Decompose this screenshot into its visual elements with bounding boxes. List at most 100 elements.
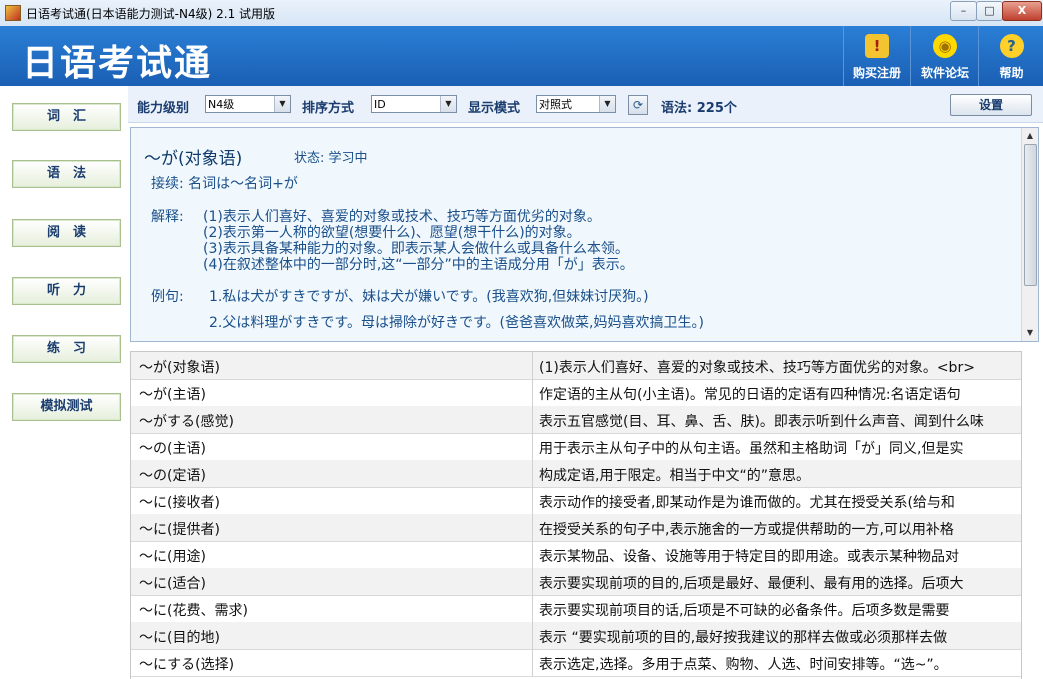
grammar-description-cell: 表示 “要实现前项的目的,最好按我建议的那样去做或必须那样去做 bbox=[539, 630, 948, 646]
table-row[interactable]: ～がする(感觉) 表示五官感觉(目、耳、鼻、舌、肤)。即表示听到什么声音、闻到什么… bbox=[131, 406, 1021, 434]
column-divider bbox=[532, 379, 533, 406]
grammar-name-cell: ～の(定语) bbox=[139, 468, 206, 484]
example-sentence: 2.父は料理がすきです。母は掃除が好きです。(爸爸喜欢做菜,妈妈喜欢搞卫生。) bbox=[209, 315, 704, 331]
settings-button[interactable]: 设置 bbox=[950, 94, 1032, 116]
grammar-name-cell: ～に(目的地) bbox=[139, 630, 220, 646]
close-button[interactable]: X bbox=[1002, 1, 1042, 21]
nav-practice-button[interactable]: 练 习 bbox=[12, 335, 121, 363]
level-select-value: N4级 bbox=[208, 98, 235, 111]
column-divider bbox=[532, 595, 533, 622]
grammar-name-cell: ～がする(感觉) bbox=[139, 414, 234, 430]
grammar-status: 状态: 学习中 bbox=[294, 151, 368, 166]
grammar-name-cell: ～の(主语) bbox=[139, 441, 206, 457]
grammar-detail-panel: ～が(对象语) 状态: 学习中 接续: 名词は～名词+が 解释: (1)表示人们… bbox=[130, 127, 1039, 342]
table-row[interactable]: ～が(对象语) (1)表示人们喜好、喜爱的对象或技术、技巧等方面优劣的对象。<br… bbox=[131, 352, 1021, 380]
window-title: 日语考试通(日本语能力测试-N4级) 2.1 试用版 bbox=[26, 7, 276, 21]
nav-vocabulary-button[interactable]: 词 汇 bbox=[12, 103, 121, 131]
grammar-title: ～が(对象语) bbox=[144, 149, 243, 169]
column-divider bbox=[532, 352, 533, 379]
grammar-connection: 接续: 名词は～名词+が bbox=[151, 176, 298, 192]
chevron-down-icon: ▼ bbox=[440, 96, 456, 112]
minimize-button[interactable]: – bbox=[950, 1, 977, 21]
nav-listening-button[interactable]: 听 力 bbox=[12, 277, 121, 305]
table-row[interactable]: ～にする(选择) 表示选定,选择。多用于点菜、购物、人选、时间安排等。“选~”。 bbox=[131, 649, 1021, 677]
maximize-button[interactable]: □ bbox=[976, 1, 1003, 21]
column-divider bbox=[532, 568, 533, 595]
grammar-name-cell: ～に(用途) bbox=[139, 549, 206, 565]
lightbulb-icon: ◉ bbox=[933, 34, 957, 58]
software-forum-label: 软件论坛 bbox=[920, 66, 969, 80]
grammar-list-table: ～が(对象语) (1)表示人们喜好、喜爱的对象或技术、技巧等方面优劣的对象。<br… bbox=[130, 351, 1022, 679]
column-divider bbox=[532, 487, 533, 514]
example-sentence: 1.私は犬がすきですが、妹は犬が嫌いです。(我喜欢狗,但妹妹讨厌狗。) bbox=[209, 289, 649, 305]
grammar-description-cell: 在授受关系的句子中,表示施舍的一方或提供帮助的一方,可以用补格 bbox=[539, 522, 954, 538]
grammar-name-cell: ～に(花费、需求) bbox=[139, 603, 248, 619]
table-row[interactable]: ～に(接收者) 表示动作的接受者,即某动作是为谁而做的。尤其在授受关系(给与和 bbox=[131, 487, 1021, 515]
help-icon: ? bbox=[999, 34, 1024, 58]
column-divider bbox=[532, 649, 533, 676]
sort-select[interactable]: ID ▼ bbox=[371, 95, 457, 113]
level-label: 能力级别 bbox=[137, 101, 190, 116]
grammar-description-cell: 表示五官感觉(目、耳、鼻、舌、肤)。即表示听到什么声音、闻到什么味 bbox=[539, 414, 984, 430]
grammar-name-cell: ～にする(选择) bbox=[139, 657, 235, 673]
app-header: 日语考试通 ! 购买注册 ◉ 软件论坛 ? 帮助 bbox=[0, 26, 1043, 86]
display-mode-label: 显示模式 bbox=[468, 101, 521, 116]
display-mode-select-value: 对照式 bbox=[539, 98, 572, 111]
grammar-description-cell: 表示动作的接受者,即某动作是为谁而做的。尤其在授受关系(给与和 bbox=[539, 495, 955, 511]
table-row[interactable]: ～に(用途) 表示某物品、设备、设施等用于特定目的即用途。或表示某种物品对 bbox=[131, 541, 1021, 569]
column-divider bbox=[532, 622, 533, 649]
grammar-name-cell: ～が(对象语) bbox=[139, 360, 220, 376]
column-divider bbox=[532, 514, 533, 541]
nav-mock-test-button[interactable]: 模拟测试 bbox=[12, 393, 121, 421]
grammar-count: 语法: 225个 bbox=[661, 101, 737, 116]
scroll-down-icon[interactable]: ▼ bbox=[1022, 325, 1038, 341]
help-button[interactable]: ? 帮助 bbox=[978, 26, 1043, 86]
explanation-label: 解释: bbox=[151, 209, 184, 225]
nav-reading-button[interactable]: 阅 读 bbox=[12, 219, 121, 247]
table-row[interactable]: ～の(定语) 构成定语,用于限定。相当于中文“的”意思。 bbox=[131, 460, 1021, 488]
grammar-name-cell: ～が(主语) bbox=[139, 387, 206, 403]
grammar-name-cell: ～に(适合) bbox=[139, 576, 206, 592]
column-divider bbox=[532, 406, 533, 433]
refresh-icon[interactable]: ⟳ bbox=[628, 95, 648, 115]
table-row[interactable]: ～に(适合) 表示要实现前项的目的,后项是最好、最便利、最有用的选择。后项大 bbox=[131, 568, 1021, 596]
grammar-description-cell: 构成定语,用于限定。相当于中文“的”意思。 bbox=[539, 468, 810, 484]
chevron-down-icon: ▼ bbox=[599, 96, 615, 112]
purchase-register-label: 购买注册 bbox=[852, 66, 901, 80]
software-forum-button[interactable]: ◉ 软件论坛 bbox=[910, 26, 979, 86]
app-logo: 日语考试通 bbox=[22, 43, 213, 84]
grammar-description-cell: 表示要实现前项目的话,后项是不可缺的必备条件。后项多数是需要 bbox=[539, 603, 950, 619]
table-row[interactable]: ～に(花费、需求) 表示要实现前项目的话,后项是不可缺的必备条件。后项多数是需要 bbox=[131, 595, 1021, 623]
window-title-bar: 日语考试通(日本语能力测试-N4级) 2.1 试用版 – □ X bbox=[0, 0, 1043, 27]
filter-toolbar: 能力级别 N4级 ▼ 排序方式 ID ▼ 显示模式 对照式 ▼ ⟳ 语法: 22… bbox=[128, 86, 1043, 123]
table-row[interactable]: ～に(提供者) 在授受关系的句子中,表示施舍的一方或提供帮助的一方,可以用补格 bbox=[131, 514, 1021, 542]
grammar-description-cell: 表示选定,选择。多用于点菜、购物、人选、时间安排等。“选~”。 bbox=[539, 657, 948, 673]
grammar-description-cell: 用于表示主从句子中的从句主语。虽然和主格助词「が」同义,但是实 bbox=[539, 441, 964, 457]
grammar-description-cell: (1)表示人们喜好、喜爱的对象或技术、技巧等方面优劣的对象。<br> bbox=[539, 360, 975, 376]
app-icon bbox=[5, 5, 21, 21]
chevron-down-icon: ▼ bbox=[274, 96, 290, 112]
grammar-name-cell: ～に(接收者) bbox=[139, 495, 220, 511]
scroll-up-icon[interactable]: ▲ bbox=[1022, 128, 1038, 144]
sort-select-value: ID bbox=[374, 98, 386, 111]
display-mode-select[interactable]: 对照式 ▼ bbox=[536, 95, 616, 113]
grammar-description-cell: 表示某物品、设备、设施等用于特定目的即用途。或表示某种物品对 bbox=[539, 549, 959, 565]
table-row[interactable]: ～の(主语) 用于表示主从句子中的从句主语。虽然和主格助词「が」同义,但是实 bbox=[131, 433, 1021, 461]
grammar-description-cell: 作定语的主从句(小主语)。常见的日语的定语有四种情况:名语定语句 bbox=[539, 387, 961, 403]
level-select[interactable]: N4级 ▼ bbox=[205, 95, 291, 113]
table-row[interactable]: ～が(主语) 作定语的主从句(小主语)。常见的日语的定语有四种情况:名语定语句 bbox=[131, 379, 1021, 407]
scrollbar-thumb[interactable] bbox=[1024, 144, 1037, 286]
purchase-register-button[interactable]: ! 购买注册 bbox=[843, 26, 910, 86]
example-label: 例句: bbox=[151, 289, 184, 305]
column-divider bbox=[532, 541, 533, 568]
help-label: 帮助 bbox=[999, 66, 1024, 80]
column-divider bbox=[532, 433, 533, 460]
nav-grammar-button[interactable]: 语 法 bbox=[12, 160, 121, 188]
grammar-name-cell: ～に(提供者) bbox=[139, 522, 220, 538]
table-row[interactable]: ～に(目的地) 表示 “要实现前项的目的,最好按我建议的那样去做或必须那样去做 bbox=[131, 622, 1021, 650]
detail-scrollbar[interactable]: ▲ ▼ bbox=[1021, 128, 1038, 341]
column-divider bbox=[532, 460, 533, 487]
left-nav-panel: 词 汇 语 法 阅 读 听 力 练 习 模拟测试 bbox=[0, 86, 128, 678]
explanation-line: (4)在叙述整体中的一部分时,这“一部分”中的主语成分用「が」表示。 bbox=[203, 257, 634, 273]
grammar-description-cell: 表示要实现前项的目的,后项是最好、最便利、最有用的选择。后项大 bbox=[539, 576, 964, 592]
